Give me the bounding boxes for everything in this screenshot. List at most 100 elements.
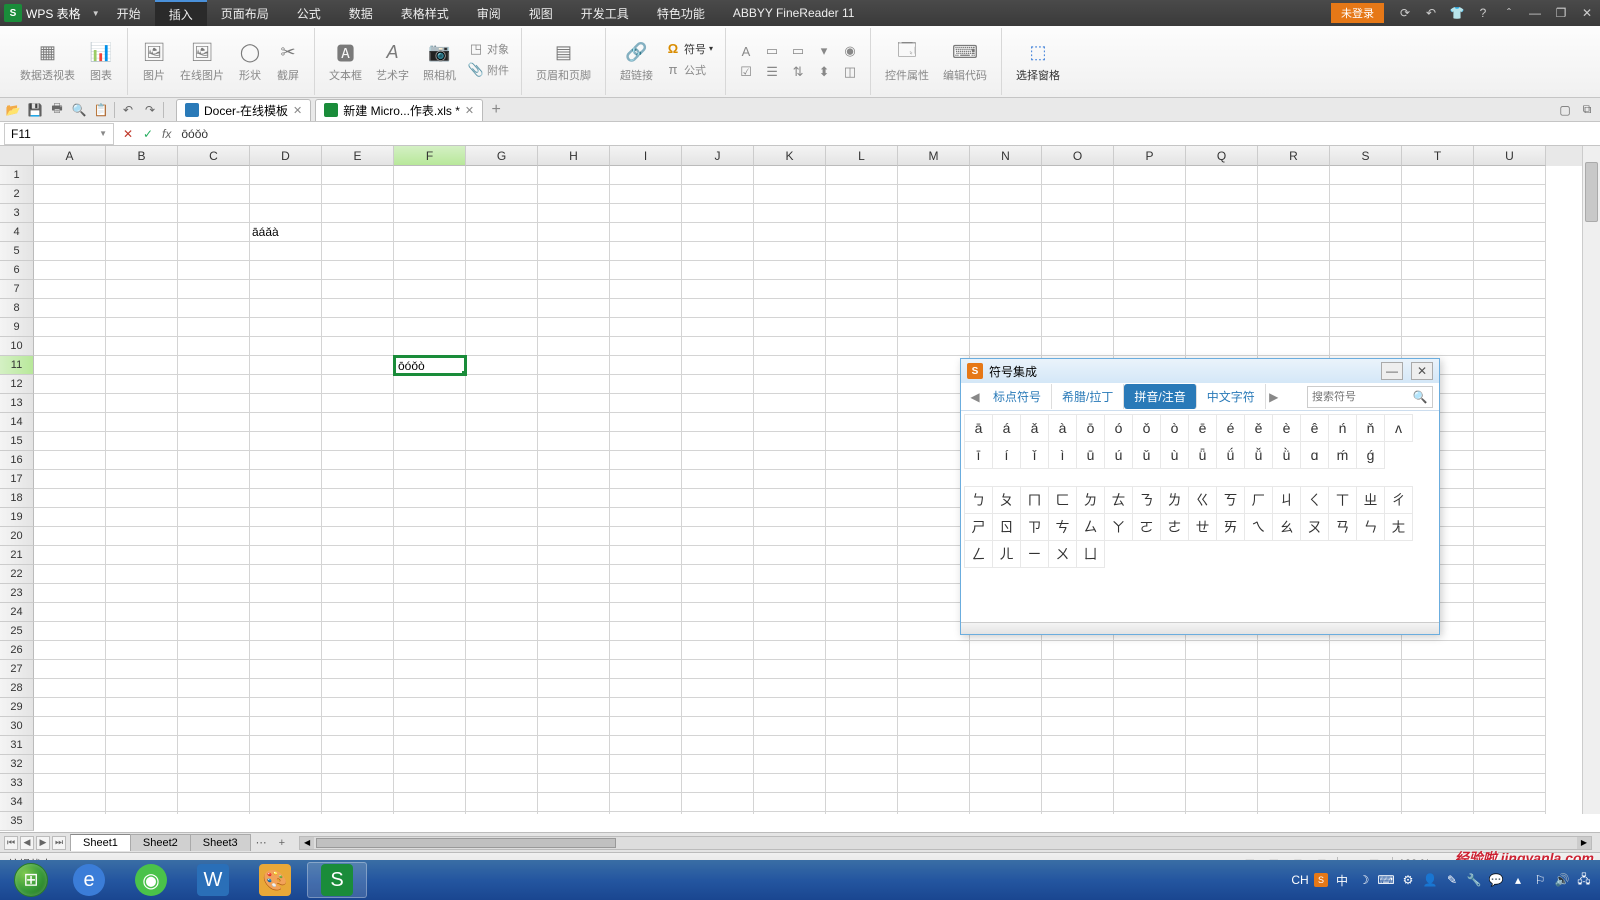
combo-small-icon[interactable]: ▾	[812, 41, 836, 61]
symbol-button[interactable]: Ω符号▾	[661, 39, 717, 59]
cell-F15[interactable]	[394, 432, 466, 451]
cell-E16[interactable]	[322, 451, 394, 470]
cell-D17[interactable]	[250, 470, 322, 489]
pivot-table-button[interactable]: ▦数据透视表	[14, 39, 81, 85]
cell-C13[interactable]	[178, 394, 250, 413]
cell-J9[interactable]	[682, 318, 754, 337]
symbol-cell[interactable]: ē	[1188, 414, 1217, 442]
close-button[interactable]: ✕	[1574, 0, 1600, 26]
check-small-icon[interactable]: ☑	[734, 62, 758, 82]
cell-H9[interactable]	[538, 318, 610, 337]
cell-A7[interactable]	[34, 280, 106, 299]
hscroll-left[interactable]: ◀	[300, 837, 314, 849]
cell-K5[interactable]	[754, 242, 826, 261]
cell-T33[interactable]	[1402, 774, 1474, 793]
cell-A12[interactable]	[34, 375, 106, 394]
cell-J6[interactable]	[682, 261, 754, 280]
tray-chat-icon[interactable]: 💬	[1488, 872, 1504, 888]
cell-G15[interactable]	[466, 432, 538, 451]
cell-A14[interactable]	[34, 413, 106, 432]
sheet-nav-first[interactable]: ⏮	[4, 836, 18, 850]
menu-审阅[interactable]: 审阅	[463, 0, 515, 26]
cell-S6[interactable]	[1330, 261, 1402, 280]
vertical-scrollbar[interactable]	[1582, 146, 1600, 814]
symbol-cell[interactable]: ㄕ	[964, 513, 993, 541]
cell-U5[interactable]	[1474, 242, 1546, 261]
cell-D11[interactable]	[250, 356, 322, 375]
cell-F31[interactable]	[394, 736, 466, 755]
doc-tab-close[interactable]: ✕	[465, 104, 474, 117]
cell-H11[interactable]	[538, 356, 610, 375]
cell-G10[interactable]	[466, 337, 538, 356]
cell-I35[interactable]	[610, 812, 682, 814]
cell-J3[interactable]	[682, 204, 754, 223]
cell-T8[interactable]	[1402, 299, 1474, 318]
cell-F19[interactable]	[394, 508, 466, 527]
symbol-cell[interactable]: ㄩ	[1076, 540, 1105, 568]
cell-C20[interactable]	[178, 527, 250, 546]
symbol-cell[interactable]: ʌ	[1384, 414, 1413, 442]
cell-Q29[interactable]	[1186, 698, 1258, 717]
attachment-button[interactable]: 📎附件	[464, 60, 513, 80]
cell-J24[interactable]	[682, 603, 754, 622]
cell-G33[interactable]	[466, 774, 538, 793]
cell-H16[interactable]	[538, 451, 610, 470]
cell-K21[interactable]	[754, 546, 826, 565]
cell-H18[interactable]	[538, 489, 610, 508]
name-box[interactable]: F11 ▼	[4, 123, 114, 145]
cell-C33[interactable]	[178, 774, 250, 793]
window-list-icon[interactable]: ▢	[1556, 101, 1574, 119]
cell-L9[interactable]	[826, 318, 898, 337]
symbol-cell[interactable]: ㄗ	[1020, 513, 1049, 541]
cell-U16[interactable]	[1474, 451, 1546, 470]
cell-H6[interactable]	[538, 261, 610, 280]
symbol-tabs-next[interactable]: ▶	[1266, 390, 1282, 404]
cell-G23[interactable]	[466, 584, 538, 603]
cell-J15[interactable]	[682, 432, 754, 451]
name-box-dropdown-icon[interactable]: ▼	[99, 129, 107, 138]
cell-B12[interactable]	[106, 375, 178, 394]
control-props-button[interactable]: 🗔控件属性	[879, 39, 935, 85]
cell-L6[interactable]	[826, 261, 898, 280]
cell-M35[interactable]	[898, 812, 970, 814]
cell-J20[interactable]	[682, 527, 754, 546]
cell-F10[interactable]	[394, 337, 466, 356]
cell-N33[interactable]	[970, 774, 1042, 793]
cell-Q33[interactable]	[1186, 774, 1258, 793]
cell-K33[interactable]	[754, 774, 826, 793]
row-header-29[interactable]: 29	[0, 698, 34, 717]
cell-F27[interactable]	[394, 660, 466, 679]
cell-F2[interactable]	[394, 185, 466, 204]
cell-H20[interactable]	[538, 527, 610, 546]
cell-U26[interactable]	[1474, 641, 1546, 660]
cell-C25[interactable]	[178, 622, 250, 641]
ribbon-collapse-icon[interactable]: ˆ	[1496, 0, 1522, 26]
hscroll-thumb[interactable]	[316, 838, 616, 848]
wordart-button[interactable]: A艺术字	[370, 39, 415, 85]
cell-F17[interactable]	[394, 470, 466, 489]
cell-S30[interactable]	[1330, 717, 1402, 736]
cell-L4[interactable]	[826, 223, 898, 242]
cell-U18[interactable]	[1474, 489, 1546, 508]
cell-H7[interactable]	[538, 280, 610, 299]
cell-A2[interactable]	[34, 185, 106, 204]
online-picture-button[interactable]: 🖼在线图片	[174, 39, 230, 85]
cell-C23[interactable]	[178, 584, 250, 603]
menu-开发工具[interactable]: 开发工具	[567, 0, 643, 26]
cell-H12[interactable]	[538, 375, 610, 394]
cell-B3[interactable]	[106, 204, 178, 223]
cell-I3[interactable]	[610, 204, 682, 223]
cell-B33[interactable]	[106, 774, 178, 793]
cell-G20[interactable]	[466, 527, 538, 546]
cell-R10[interactable]	[1258, 337, 1330, 356]
row-header-17[interactable]: 17	[0, 470, 34, 489]
cell-C28[interactable]	[178, 679, 250, 698]
cell-B15[interactable]	[106, 432, 178, 451]
cell-D5[interactable]	[250, 242, 322, 261]
cell-L31[interactable]	[826, 736, 898, 755]
cell-B18[interactable]	[106, 489, 178, 508]
cell-J26[interactable]	[682, 641, 754, 660]
cell-G2[interactable]	[466, 185, 538, 204]
cell-D19[interactable]	[250, 508, 322, 527]
cell-Q4[interactable]	[1186, 223, 1258, 242]
